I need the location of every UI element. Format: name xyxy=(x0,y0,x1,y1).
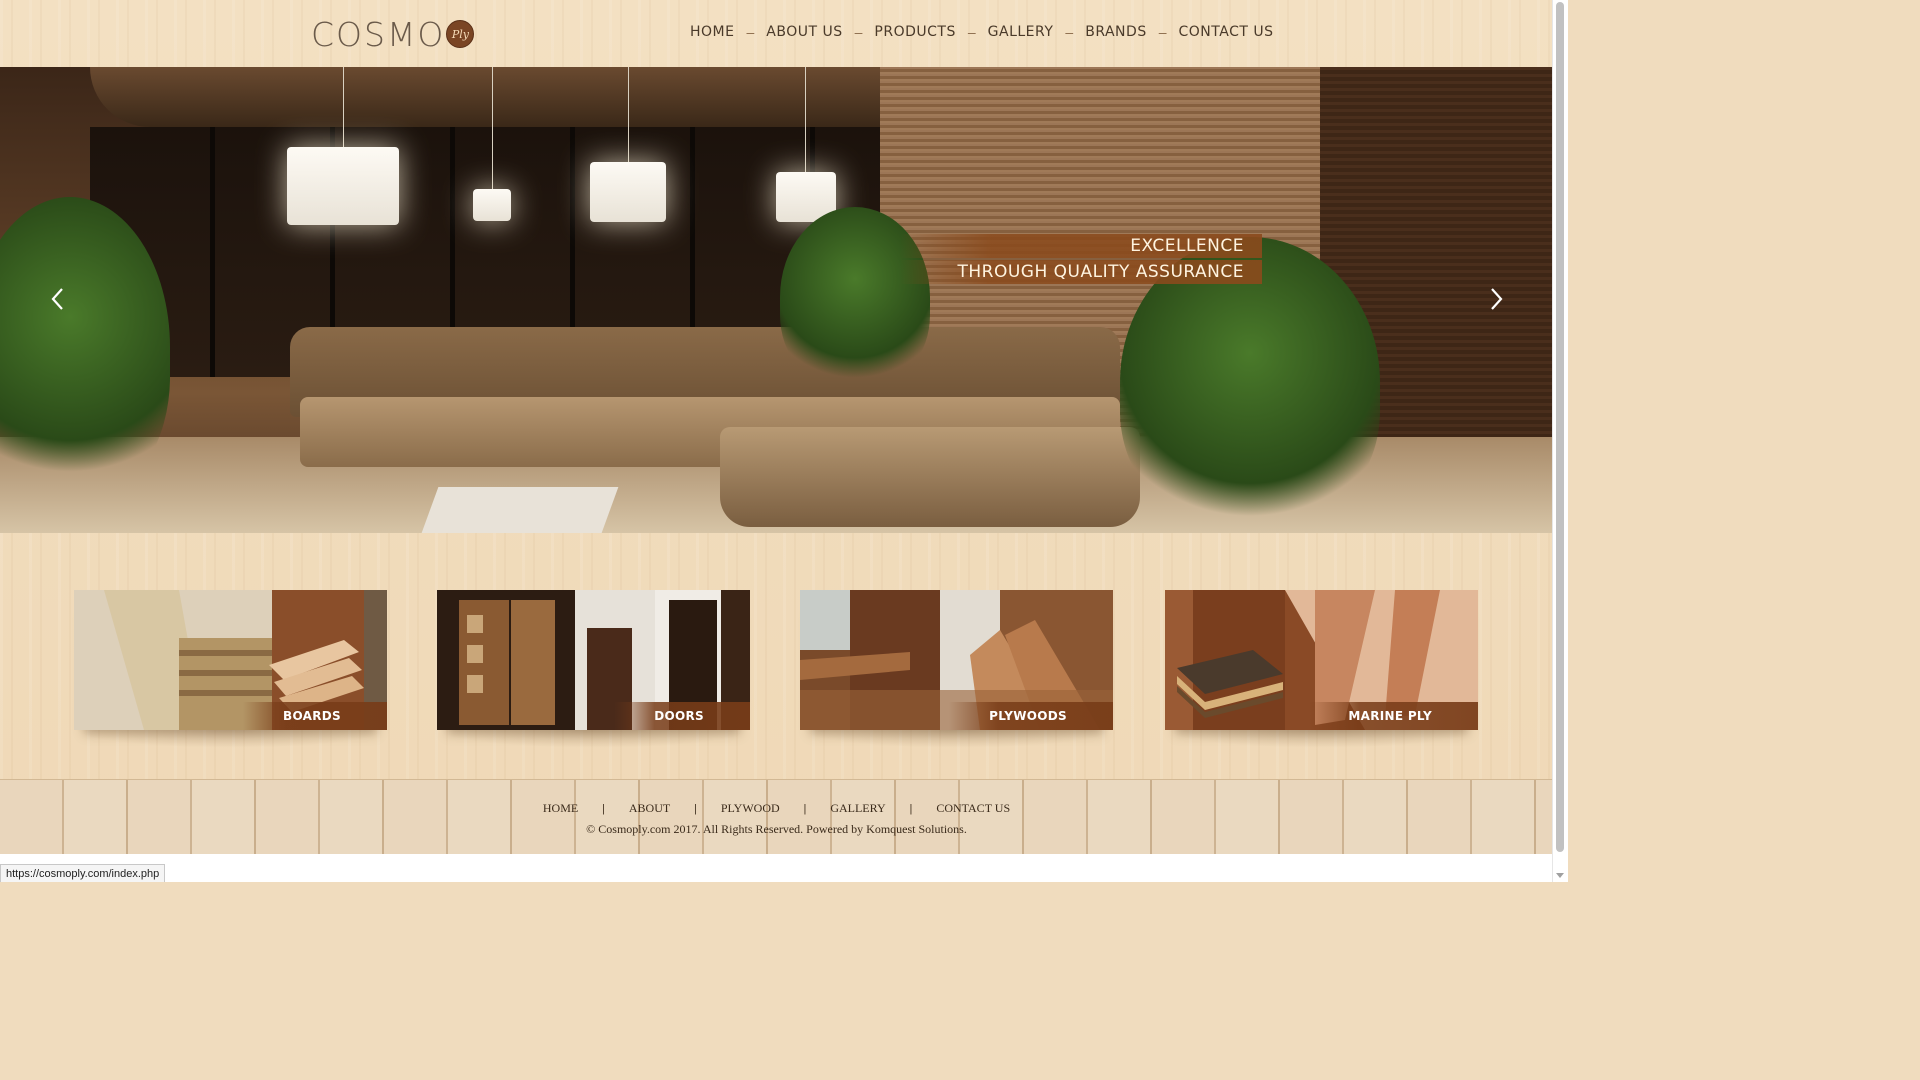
footer-nav: HOME | ABOUT | PLYWOOD | GALLERY | CONTA… xyxy=(0,801,1553,816)
chevron-left-icon xyxy=(51,288,63,310)
tagline-line-2: THROUGH QUALITY ASSURANCE xyxy=(900,260,1262,284)
footer-link-contact-us[interactable]: CONTACT US xyxy=(936,801,1010,816)
logo-badge: Ply xyxy=(446,20,475,48)
product-tile-doors[interactable]: DOORS xyxy=(437,590,750,730)
nav-contact-us[interactable]: CONTACT US xyxy=(1179,24,1274,40)
footer-link-home[interactable]: HOME xyxy=(543,801,578,816)
product-tile-marine-ply[interactable]: MARINE PLY xyxy=(1165,590,1478,730)
tagline-line-1: EXCELLENCE xyxy=(900,234,1262,258)
footer-separator: | xyxy=(803,801,807,815)
scrollbar-thumb[interactable] xyxy=(1556,2,1564,852)
tile-shadow xyxy=(800,730,1113,748)
nav-separator: – xyxy=(746,24,755,40)
tile-label-boards: BOARDS xyxy=(243,702,387,730)
nav-separator: – xyxy=(1065,24,1074,40)
nav-gallery[interactable]: GALLERY xyxy=(988,24,1054,40)
slide-sofa-corner xyxy=(720,427,1140,527)
main-nav: HOME – ABOUT US – PRODUCTS – GALLERY – B… xyxy=(690,24,1273,40)
tile-label-doors: DOORS xyxy=(614,702,750,730)
product-tile-plywoods[interactable]: PLYWOODS xyxy=(800,590,1113,730)
hero-slider: EXCELLENCE THROUGH QUALITY ASSURANCE xyxy=(0,67,1553,533)
pendant-lamp xyxy=(473,189,511,221)
page: COSMO Ply HOME – ABOUT US – PRODUCTS – G… xyxy=(0,0,1553,882)
tile-label-plywoods: PLYWOODS xyxy=(949,702,1113,730)
pendant-lamp xyxy=(590,162,666,222)
scroll-down-icon[interactable] xyxy=(1556,873,1564,878)
footer-separator: | xyxy=(909,801,913,815)
footer-separator: | xyxy=(694,801,697,815)
tile-shadow xyxy=(74,730,387,748)
nav-products[interactable]: PRODUCTS xyxy=(874,24,955,40)
nav-about-us[interactable]: ABOUT US xyxy=(766,24,842,40)
site-logo[interactable]: COSMO Ply xyxy=(311,14,475,54)
nav-separator: – xyxy=(1158,24,1167,40)
footer-link-gallery[interactable]: GALLERY xyxy=(830,801,885,816)
pendant-lamp xyxy=(287,147,399,225)
page-bottom xyxy=(0,854,1553,882)
tile-shadow xyxy=(437,730,750,748)
nav-separator: – xyxy=(967,24,976,40)
nav-brands[interactable]: BRANDS xyxy=(1085,24,1146,40)
nav-separator: – xyxy=(854,24,863,40)
footer-link-about[interactable]: ABOUT xyxy=(629,801,670,816)
tile-shadow xyxy=(1165,730,1478,748)
chevron-right-icon xyxy=(1491,288,1503,310)
footer-link-plywood[interactable]: PLYWOOD xyxy=(721,801,780,816)
product-tile-boards[interactable]: BOARDS xyxy=(74,590,387,730)
copyright-text: © Cosmoply.com 2017. All Rights Reserved… xyxy=(586,822,967,836)
product-tiles: BOARDS DOORS PLYWOODS MARINE PLY xyxy=(0,533,1553,779)
slide-coffee-table xyxy=(421,487,619,533)
site-footer: HOME | ABOUT | PLYWOOD | GALLERY | CONTA… xyxy=(0,779,1553,855)
status-bar-url: https://cosmoply.com/index.php xyxy=(0,864,166,882)
slider-prev-button[interactable] xyxy=(44,284,72,314)
slider-next-button[interactable] xyxy=(1482,284,1510,314)
vertical-scrollbar[interactable] xyxy=(1552,0,1568,882)
logo-text: COSMO xyxy=(311,14,446,54)
site-header: COSMO Ply HOME – ABOUT US – PRODUCTS – G… xyxy=(0,0,1553,67)
tile-label-marine-ply: MARINE PLY xyxy=(1308,702,1478,730)
footer-separator: | xyxy=(602,801,605,815)
nav-home[interactable]: HOME xyxy=(690,24,734,40)
slide-tagline: EXCELLENCE THROUGH QUALITY ASSURANCE xyxy=(900,234,1262,286)
